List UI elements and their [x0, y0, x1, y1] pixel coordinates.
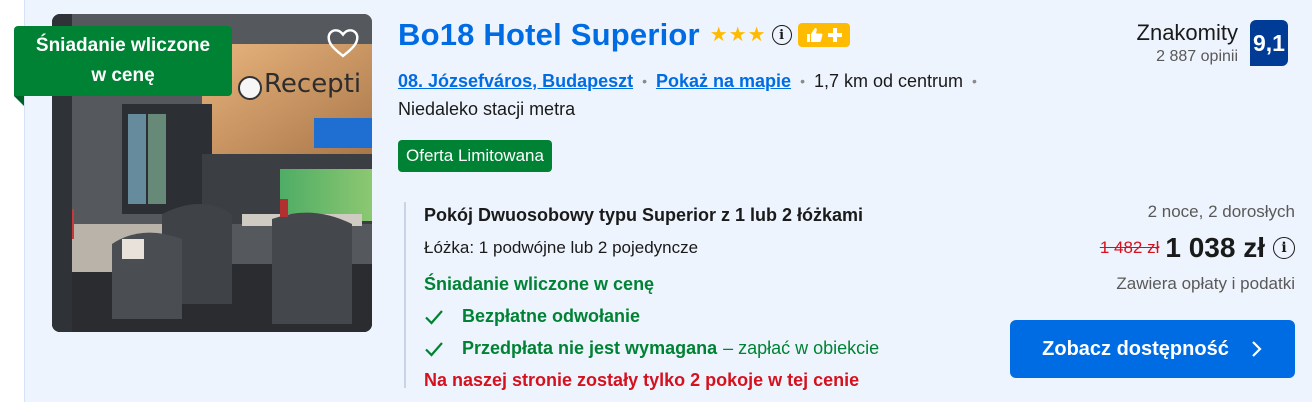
check-icon	[424, 309, 448, 325]
no-prepayment: Przedpłata nie jest wymagana – zapłać w …	[424, 338, 879, 359]
stay-summary: 2 noce, 2 dorosłych	[1147, 202, 1295, 221]
feature-label: Bezpłatne odwołanie	[462, 306, 641, 326]
current-price: 1 038 zł	[1165, 232, 1265, 263]
separator-dot: •	[642, 73, 647, 89]
see-availability-button[interactable]: Zobacz dostępność	[1010, 320, 1295, 378]
review-score[interactable]: Znakomity 2 887 opinii 9,1	[1137, 20, 1288, 66]
review-word: Znakomity	[1136, 20, 1238, 45]
breakfast-ribbon-label: Śniadanie wliczone w cenę	[35, 35, 211, 86]
room-details: Pokój Dwuosobowy typu Superior z 1 lub 2…	[404, 202, 879, 390]
feature-detail: – zapłać w obiekcie	[723, 338, 880, 358]
review-count: 2 887 opinii	[1156, 48, 1238, 65]
see-availability-label: Zobacz dostępność	[1042, 337, 1229, 360]
check-icon	[424, 341, 448, 357]
info-icon[interactable]: i	[771, 25, 792, 45]
title-row: Bo18 Hotel Superior ★ ★ ★ i	[398, 14, 850, 56]
hotel-name-link[interactable]: Bo18 Hotel Superior	[398, 17, 700, 53]
svg-text:Recepti: Recepti	[264, 69, 361, 99]
star-icon: ★	[728, 24, 747, 46]
metro-note: Niedaleko stacji metra	[398, 99, 576, 119]
info-icon[interactable]: i	[1273, 237, 1295, 259]
original-price: 1 482 zł	[1099, 238, 1160, 257]
score-badge: 9,1	[1250, 20, 1288, 66]
price-row: 1 482 zł 1 038 zł i	[1100, 232, 1295, 264]
show-on-map-link[interactable]: Pokaż na mapie	[656, 71, 791, 92]
room-name: Pokój Dwuosobowy typu Superior z 1 lub 2…	[424, 205, 864, 225]
ribbon-fold	[14, 96, 24, 106]
separator-dot: •	[972, 73, 977, 89]
thumbs-up-icon	[806, 28, 823, 42]
district-link[interactable]: 08. Józsefváros, Budapeszt	[398, 71, 633, 92]
chevron-right-icon	[1252, 341, 1262, 357]
breakfast-ribbon: Śniadanie wliczone w cenę	[14, 26, 232, 96]
scarcity-message: Na naszej stronie zostały tylko 2 pokoje…	[424, 370, 860, 390]
feature-label: Przedpłata nie jest wymagana	[462, 338, 718, 358]
plus-icon	[827, 28, 842, 42]
review-text: Znakomity 2 887 opinii	[1137, 20, 1238, 66]
heart-icon	[327, 29, 359, 58]
location-row: 08. Józsefváros, Budapeszt • Pokaż na ma…	[398, 68, 986, 94]
star-rating: ★ ★ ★	[710, 25, 766, 45]
taxes-note: Zawiera opłaty i podatki	[1116, 274, 1295, 293]
price-block: 2 noce, 2 dorosłych 1 482 zł 1 038 zł i …	[1100, 202, 1295, 294]
bed-info: Łóżka: 1 podwójne lub 2 pojedyncze	[424, 238, 699, 257]
breakfast-included: Śniadanie wliczone w cenę	[424, 274, 655, 294]
favorite-button[interactable]	[324, 24, 362, 62]
star-icon: ★	[747, 24, 766, 46]
separator-dot: •	[800, 73, 805, 89]
star-icon: ★	[709, 24, 728, 46]
limited-offer-badge: Oferta Limitowana	[398, 140, 552, 172]
free-cancellation: Bezpłatne odwołanie	[424, 306, 879, 327]
distance-text: 1,7 km od centrum	[813, 70, 964, 91]
genius-badge[interactable]	[797, 23, 850, 47]
limited-offer-label: Oferta Limitowana	[406, 146, 544, 165]
